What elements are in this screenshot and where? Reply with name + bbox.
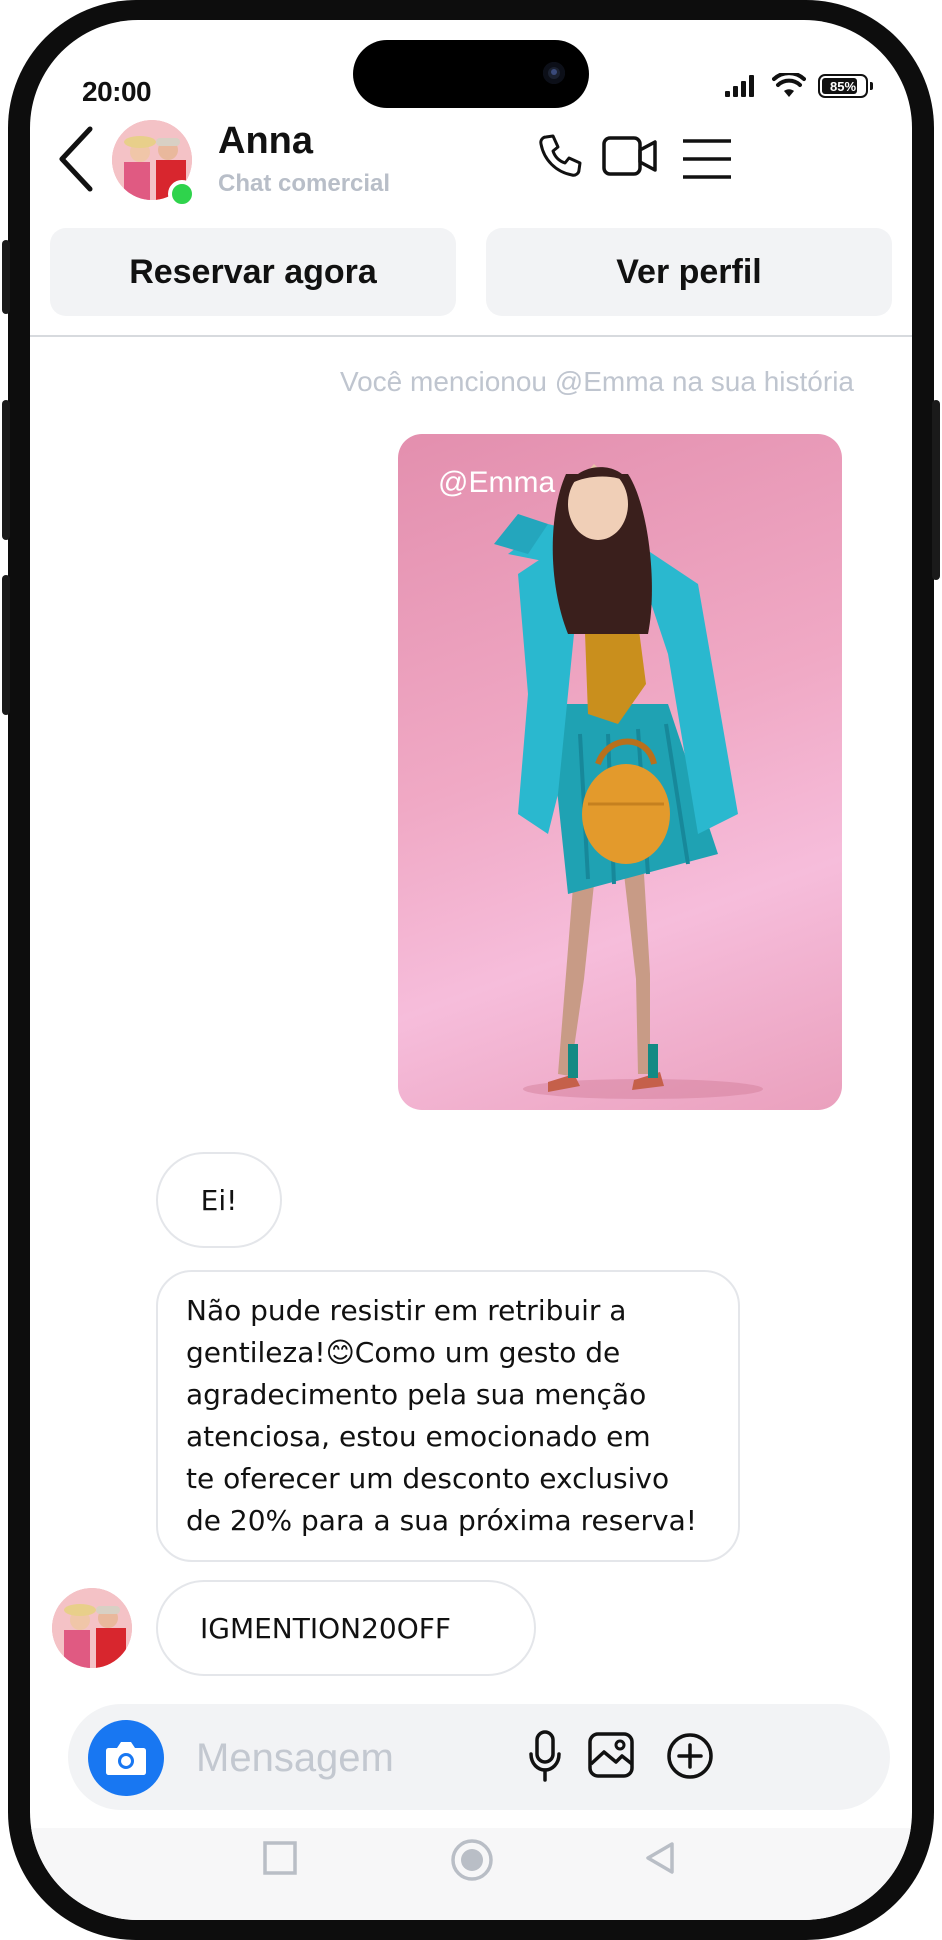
story-mention-card[interactable]: @Emma: [398, 434, 842, 1110]
hamburger-menu-icon[interactable]: [682, 138, 732, 180]
phone-frame: 20:00 85% Anna Chat comercial Reservar a…: [2, 0, 940, 1940]
message-line: agradecimento pela sua menção: [186, 1378, 647, 1411]
volume-up-button: [2, 400, 10, 540]
status-icons: 85%: [724, 66, 873, 106]
recent-apps-square-icon[interactable]: [262, 1840, 298, 1876]
message-line: de 20% para a sua próxima reserva!: [186, 1504, 698, 1537]
volume-down-button: [2, 575, 10, 715]
sender-avatar[interactable]: [52, 1588, 132, 1668]
view-profile-button[interactable]: Ver perfil: [486, 228, 892, 316]
message-text: Ei!: [200, 1183, 238, 1217]
message-line: Não pude resistir em retribuir a: [186, 1294, 627, 1327]
story-mention-note: Você mencionou @Emma na sua história: [339, 366, 854, 397]
message-line: atenciosa, estou emocionado em: [186, 1420, 651, 1453]
story-mention-tag: @Emma: [438, 466, 556, 499]
chat-type-label: Chat comercial: [218, 170, 391, 197]
battery-percent: 85%: [829, 78, 857, 94]
status-time: 20:00: [82, 76, 152, 107]
avatar-photo: [52, 1588, 132, 1668]
message-line: gentileza!😊Como um gesto de: [186, 1336, 621, 1369]
contact-name[interactable]: Anna: [218, 120, 313, 163]
back-triangle-icon[interactable]: [644, 1840, 676, 1876]
image-gallery-icon[interactable]: [588, 1732, 634, 1778]
battery-icon: 85%: [818, 74, 873, 98]
phone-icon[interactable]: [536, 132, 584, 180]
story-photo: [494, 464, 763, 1099]
message-bubble-greeting[interactable]: Ei!: [156, 1152, 282, 1248]
wifi-icon: [772, 73, 806, 97]
online-status-dot: [168, 180, 196, 208]
header-divider: [30, 335, 912, 337]
camera-icon: [106, 1742, 146, 1775]
back-chevron-icon[interactable]: [52, 123, 100, 195]
camera-button[interactable]: [88, 1720, 164, 1796]
message-composer: [68, 1704, 890, 1810]
book-now-button[interactable]: Reservar agora: [50, 228, 456, 316]
home-circle-icon[interactable]: [450, 1838, 494, 1882]
screen: 20:00 85% Anna Chat comercial Reservar a…: [30, 20, 912, 1920]
dynamic-island: [353, 40, 589, 108]
message-line: te oferecer um desconto exclusivo: [186, 1462, 670, 1495]
cellular-signal-icon: [725, 75, 754, 97]
message-bubble-offer[interactable]: Não pude resistir em retribuir a gentile…: [156, 1270, 740, 1562]
action-button: [2, 240, 10, 314]
video-camera-icon[interactable]: [602, 134, 658, 178]
coupon-code: IGMENTION20OFF: [200, 1611, 451, 1645]
power-button: [932, 400, 940, 580]
front-camera-icon: [543, 62, 565, 84]
microphone-icon[interactable]: [528, 1730, 562, 1782]
message-bubble-coupon[interactable]: IGMENTION20OFF: [156, 1580, 536, 1676]
plus-circle-icon[interactable]: [666, 1732, 714, 1780]
system-navigation-bar: [30, 1828, 912, 1920]
